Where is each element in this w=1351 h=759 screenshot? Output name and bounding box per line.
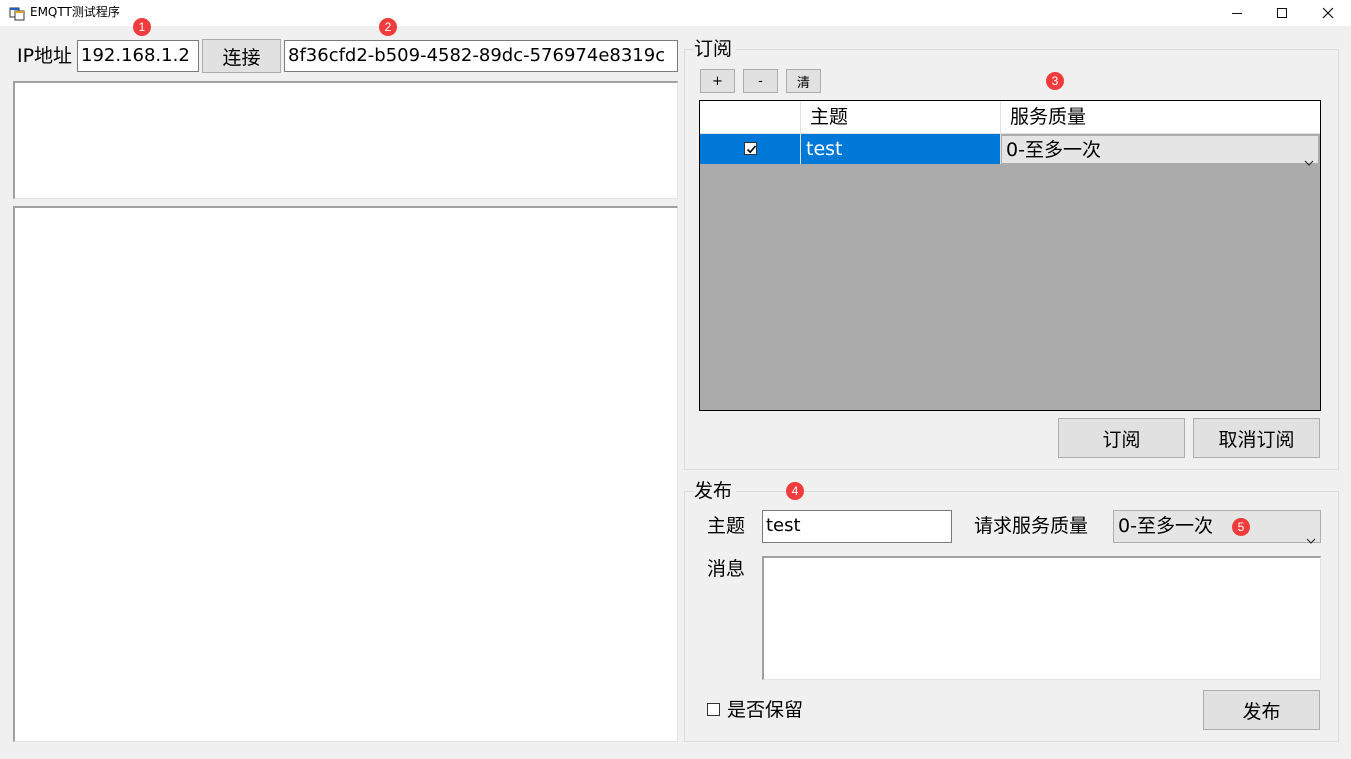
client-id-input[interactable]: 8f36cfd2-b509-4582-89dc-576974e8319c [284,40,678,72]
row-qos-value: 0-至多一次 [1006,139,1101,161]
column-header-qos[interactable]: 服务质量 [1001,101,1320,134]
row-qos-select[interactable]: 0-至多一次 [1001,135,1319,166]
remove-subscription-button[interactable]: - [743,69,778,93]
subscription-checkbox[interactable] [744,142,757,155]
column-header-topic[interactable]: 主题 [801,101,1001,134]
status-log-textarea[interactable] [13,81,678,199]
app-window-icon [9,5,25,21]
publish-qos-label: 请求服务质量 [974,515,1089,537]
unsubscribe-button[interactable]: 取消订阅 [1193,418,1320,458]
minimize-icon[interactable] [1214,0,1260,26]
clear-subscriptions-button[interactable]: 清 [786,69,821,93]
close-icon[interactable] [1305,0,1351,26]
subscribe-button[interactable]: 订阅 [1058,418,1185,458]
row-topic-cell[interactable]: test [801,134,1001,164]
publish-topic-input[interactable]: test [762,510,952,543]
publish-qos-value: 0-至多一次 [1118,515,1213,537]
publish-message-textarea[interactable] [762,556,1321,680]
title-bar: EMQTT测试程序 [0,0,1351,26]
annotation-marker-1: 1 [133,18,151,36]
maximize-icon[interactable] [1259,0,1305,26]
annotation-marker-4: 4 [786,482,804,500]
column-header-check[interactable] [700,101,801,134]
publish-group-title: 发布 [694,479,737,503]
table-row[interactable]: test 0-至多一次 [700,134,1320,166]
ip-address-input[interactable]: 192.168.1.2 [77,40,199,72]
publish-button[interactable]: 发布 [1203,690,1320,730]
subscribe-group-title: 订阅 [694,37,737,61]
chevron-down-icon [1306,523,1316,554]
retain-checkbox[interactable] [707,703,720,716]
retain-label[interactable]: 是否保留 [727,698,803,722]
ip-label: IP地址 [17,45,73,67]
connect-button[interactable]: 连接 [202,39,281,73]
row-check-cell[interactable] [700,134,801,164]
annotation-marker-2: 2 [379,18,397,36]
annotation-marker-5: 5 [1232,518,1250,536]
chevron-down-icon [1304,146,1314,174]
publish-qos-select[interactable]: 0-至多一次 [1113,510,1321,544]
publish-topic-label: 主题 [707,515,746,537]
message-label: 消息 [707,558,746,580]
subscription-grid[interactable]: 主题 服务质量 test 0-至多一次 [699,100,1321,411]
grid-header: 主题 服务质量 [700,101,1320,134]
window-title: EMQTT测试程序 [30,5,120,19]
main-window: EMQTT测试程序 IP地址 192.168.1.2 连接 8f36cfd2-b… [0,0,1351,759]
annotation-marker-3: 3 [1046,72,1064,90]
message-log-textarea[interactable] [13,206,678,742]
add-subscription-button[interactable]: + [700,69,735,93]
